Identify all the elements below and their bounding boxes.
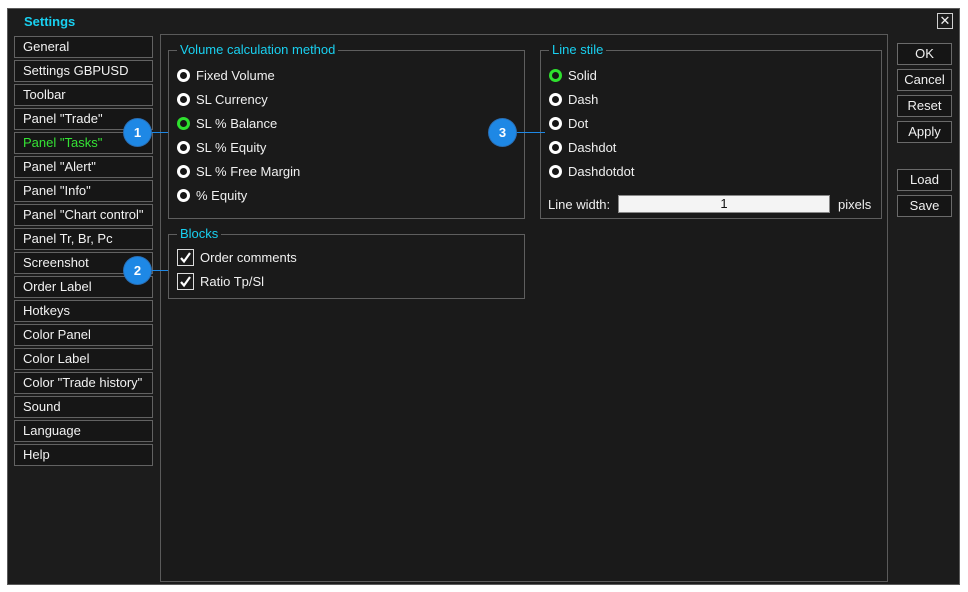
- radio-selected-icon: [549, 69, 562, 83]
- sidebar-item-panel-tr-br-pc[interactable]: Panel Tr, Br, Pc: [14, 228, 153, 250]
- checkbox-order-comments[interactable]: Order comments: [177, 248, 297, 268]
- radio-icon: [177, 165, 190, 179]
- radio-icon: [549, 93, 562, 107]
- callout-badge-3: 3: [489, 119, 516, 146]
- load-button[interactable]: Load: [897, 169, 952, 191]
- line-style-legend: Line stile: [549, 42, 607, 58]
- apply-button[interactable]: Apply: [897, 121, 952, 143]
- sidebar-item-settings-gbpusd[interactable]: Settings GBPUSD: [14, 60, 153, 82]
- sidebar-item-color-panel[interactable]: Color Panel: [14, 324, 153, 346]
- radio-icon: [549, 165, 562, 179]
- sidebar-item-language[interactable]: Language: [14, 420, 153, 442]
- reset-button[interactable]: Reset: [897, 95, 952, 117]
- checkbox-ratio-tp-sl[interactable]: Ratio Tp/Sl: [177, 272, 264, 292]
- radio-sl-free-margin[interactable]: SL % Free Margin: [177, 162, 300, 182]
- sidebar-item-color-label[interactable]: Color Label: [14, 348, 153, 370]
- radio-equity[interactable]: % Equity: [177, 186, 247, 206]
- option-label: Dashdot: [568, 140, 617, 155]
- settings-content-panel: Volume calculation method Fixed Volume S…: [160, 34, 888, 582]
- sidebar-item-general[interactable]: General: [14, 36, 153, 58]
- cancel-button[interactable]: Cancel: [897, 69, 952, 91]
- option-label: % Equity: [196, 188, 248, 203]
- ok-button[interactable]: OK: [897, 43, 952, 65]
- line-width-input[interactable]: 1: [618, 195, 830, 213]
- radio-icon: [177, 141, 190, 155]
- radio-sl-currency[interactable]: SL Currency: [177, 90, 268, 110]
- save-button[interactable]: Save: [897, 195, 952, 217]
- radio-dashdot[interactable]: Dashdot: [549, 138, 616, 158]
- radio-icon: [549, 117, 562, 131]
- option-label: Dot: [568, 116, 589, 131]
- sidebar-item-toolbar[interactable]: Toolbar: [14, 84, 153, 106]
- option-label: SL % Equity: [196, 140, 267, 155]
- callout-2-connector: [150, 270, 168, 271]
- callout-badge-1: 1: [124, 119, 151, 146]
- radio-selected-icon: [177, 117, 190, 131]
- window-title: Settings: [24, 14, 76, 29]
- settings-sidebar: General Settings GBPUSD Toolbar Panel "T…: [14, 36, 153, 468]
- blocks-legend: Blocks: [177, 226, 222, 242]
- line-width-unit: pixels: [838, 197, 872, 212]
- callout-badge-2: 2: [124, 257, 151, 284]
- volume-method-group: Volume calculation method Fixed Volume S…: [168, 42, 525, 219]
- callout-1-connector: [150, 132, 168, 133]
- radio-icon: [177, 69, 190, 83]
- option-label: SL % Free Margin: [196, 164, 301, 179]
- option-label: Solid: [568, 68, 597, 83]
- sidebar-item-panel-info[interactable]: Panel "Info": [14, 180, 153, 202]
- radio-sl-balance[interactable]: SL % Balance: [177, 114, 277, 134]
- option-label: Dash: [568, 92, 599, 107]
- sidebar-item-sound[interactable]: Sound: [14, 396, 153, 418]
- close-icon[interactable]: ✕: [937, 13, 953, 29]
- radio-icon: [177, 189, 190, 203]
- option-label: Dashdotdot: [568, 164, 635, 179]
- radio-dash[interactable]: Dash: [549, 90, 598, 110]
- checkbox-checked-icon: [177, 273, 194, 291]
- radio-icon: [549, 141, 562, 155]
- checkbox-checked-icon: [177, 249, 194, 267]
- option-label: SL Currency: [196, 92, 268, 107]
- sidebar-item-panel-chart-control[interactable]: Panel "Chart control": [14, 204, 153, 226]
- option-label: Ratio Tp/Sl: [200, 274, 265, 289]
- sidebar-item-help[interactable]: Help: [14, 444, 153, 466]
- radio-sl-equity[interactable]: SL % Equity: [177, 138, 266, 158]
- sidebar-item-panel-alert[interactable]: Panel "Alert": [14, 156, 153, 178]
- sidebar-item-hotkeys[interactable]: Hotkeys: [14, 300, 153, 322]
- option-label: Order comments: [200, 250, 297, 265]
- radio-icon: [177, 93, 190, 107]
- line-style-group: Line stile Solid Dash Dot Dashdot Dashdo…: [540, 42, 882, 219]
- callout-3-connector: [515, 132, 545, 133]
- option-label: Fixed Volume: [196, 68, 275, 83]
- option-label: SL % Balance: [196, 116, 278, 131]
- volume-method-legend: Volume calculation method: [177, 42, 339, 58]
- radio-solid[interactable]: Solid: [549, 66, 597, 86]
- radio-dashdotdot[interactable]: Dashdotdot: [549, 162, 635, 182]
- line-width-label: Line width:: [548, 197, 611, 212]
- radio-dot[interactable]: Dot: [549, 114, 588, 134]
- sidebar-item-color-trade-history[interactable]: Color "Trade history": [14, 372, 153, 394]
- blocks-group: Blocks Order comments Ratio Tp/Sl: [168, 226, 525, 299]
- radio-fixed-volume[interactable]: Fixed Volume: [177, 66, 275, 86]
